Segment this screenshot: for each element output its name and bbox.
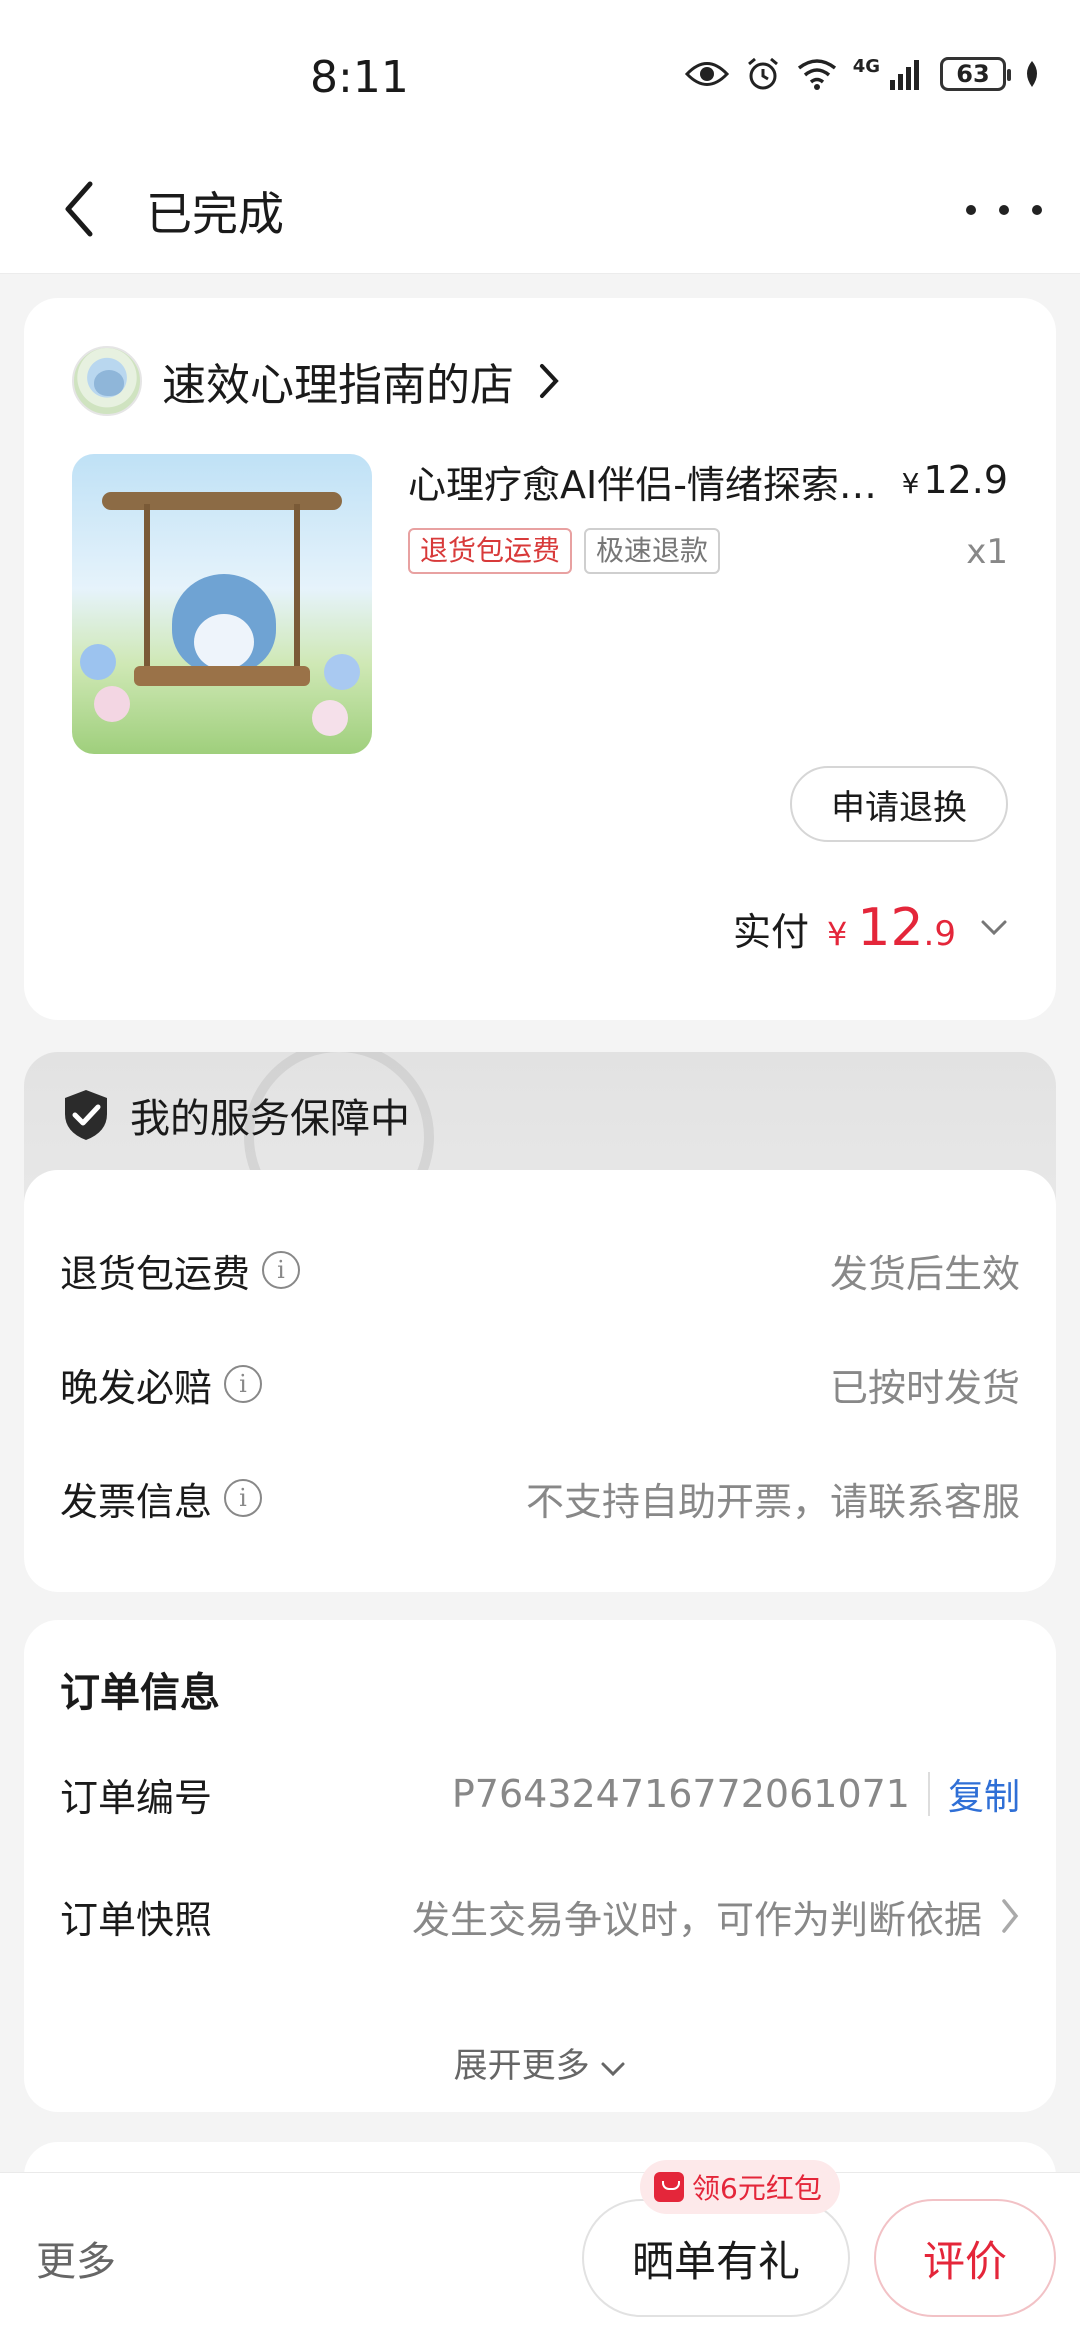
expand-more-button[interactable]: 展开更多 xyxy=(24,2038,1056,2087)
order-number-row: 订单编号 P764324716772061071 复制 xyxy=(60,1764,1020,1824)
service-title: 我的服务保障中 xyxy=(130,1096,410,1142)
info-icon[interactable]: i xyxy=(262,1251,301,1289)
service-row-invoice: 发票信息 i 不支持自助开票，请联系客服 xyxy=(60,1468,1020,1528)
refund-exchange-button[interactable]: 申请退换 xyxy=(790,766,1008,842)
leaf-icon xyxy=(1027,61,1037,87)
flower xyxy=(80,644,116,680)
chevron-right-icon xyxy=(540,364,559,398)
battery-icon: 63 xyxy=(940,57,1011,91)
paid-label: 实付 xyxy=(733,910,810,954)
service-label: 晚发必赔 xyxy=(60,1365,213,1410)
service-row-return-shipping: 退货包运费 i 发货后生效 xyxy=(60,1240,1020,1300)
red-packet-icon xyxy=(654,2172,684,2202)
more-dot xyxy=(999,205,1009,215)
tag-free-return-shipping: 退货包运费 xyxy=(408,528,573,574)
order-snapshot-right: 发生交易争议时，可作为判断依据 xyxy=(412,1889,1020,1944)
more-dot xyxy=(1032,205,1042,215)
service-value: 已按时发货 xyxy=(829,1365,1020,1410)
flower xyxy=(324,654,360,690)
wifi-icon xyxy=(797,59,836,90)
red-packet-badge[interactable]: 领6元红包 xyxy=(640,2160,840,2214)
order-number-right: P764324716772061071 复制 xyxy=(452,1768,1020,1820)
red-packet-text: 领6元红包 xyxy=(692,2172,822,2205)
swing-rope-right xyxy=(294,504,300,674)
paid-amount[interactable]: 实付 ¥ 12.9 xyxy=(733,898,1008,958)
order-snapshot-value: 发生交易争议时，可作为判断依据 xyxy=(411,1897,982,1942)
chevron-down-icon xyxy=(601,2062,625,2077)
service-value: 不支持自助开票，请联系客服 xyxy=(525,1479,1020,1524)
bird-belly xyxy=(194,614,254,670)
service-list: 退货包运费 i 发货后生效 晚发必赔 i 已按时发货 发票信息 i 不支持自助开… xyxy=(24,1170,1056,1592)
service-row-left: 晚发必赔 i xyxy=(60,1357,263,1412)
service-header: 我的服务保障中 xyxy=(62,1086,410,1144)
service-label: 退货包运费 xyxy=(60,1251,251,1296)
service-value: 发货后生效 xyxy=(829,1251,1020,1296)
status-icons: 4G 63 xyxy=(684,56,1042,92)
divider xyxy=(927,1772,930,1816)
flower xyxy=(312,700,348,736)
back-arrow-icon xyxy=(65,181,93,237)
status-bar: 8:11 4G 63 xyxy=(0,0,1080,150)
swing-bar xyxy=(102,492,342,510)
swing-seat xyxy=(134,666,310,686)
order-snapshot-label: 订单快照 xyxy=(60,1897,213,1942)
product-quantity: x1 xyxy=(966,532,1008,572)
order-number-label: 订单编号 xyxy=(60,1775,213,1820)
review-button[interactable]: 评价 xyxy=(874,2199,1056,2317)
bottom-action-bar: 更多 晒单有礼 评价 xyxy=(0,2172,1080,2340)
product-tags: 退货包运费 极速退款 xyxy=(408,528,721,574)
order-info-card: 订单信息 订单编号 P764324716772061071 复制 订单快照 发生… xyxy=(24,1620,1056,2112)
more-options-button[interactable] xyxy=(966,180,1042,240)
order-detail-page: 8:11 4G 63 已完成 速效心理指南的店 心理疗愈AI伴侣-情绪探索与 ¥… xyxy=(0,0,1080,2340)
eye-icon xyxy=(684,62,729,86)
order-number-value: P764324716772061071 xyxy=(451,1772,910,1816)
battery-level: 63 xyxy=(956,60,990,88)
title-bar: 已完成 xyxy=(0,150,1080,274)
service-row-left: 发票信息 i xyxy=(60,1471,263,1526)
store-card: 速效心理指南的店 心理疗愈AI伴侣-情绪探索与心理咨询 ¥12.9 退货包运费 … xyxy=(24,298,1056,1020)
shop-avatar xyxy=(72,346,142,416)
service-row-late-compensation: 晚发必赔 i 已按时发货 xyxy=(60,1354,1020,1414)
paid-currency: ¥ xyxy=(827,915,848,953)
product-title[interactable]: 心理疗愈AI伴侣-情绪探索与心理咨询 xyxy=(408,454,888,509)
more-dots-icon xyxy=(966,205,976,215)
paid-decimal: .9 xyxy=(923,914,956,954)
info-icon[interactable]: i xyxy=(224,1479,263,1517)
flower xyxy=(94,686,130,722)
copy-button[interactable]: 复制 xyxy=(948,1768,1020,1820)
info-icon[interactable]: i xyxy=(224,1365,263,1403)
service-label: 发票信息 xyxy=(60,1479,213,1524)
service-guarantee-card: 我的服务保障中 退货包运费 i 发货后生效 晚发必赔 i 已按时发货 发票信息 xyxy=(24,1052,1056,1592)
chevron-down-icon xyxy=(981,920,1007,936)
price-value: 12.9 xyxy=(923,458,1008,502)
share-review-button[interactable]: 晒单有礼 xyxy=(582,2199,850,2317)
product-price: ¥12.9 xyxy=(902,458,1008,502)
shop-name: 速效心理指南的店 xyxy=(162,360,514,411)
shop-link[interactable]: 速效心理指南的店 xyxy=(72,346,560,416)
status-time: 8:11 xyxy=(310,52,409,103)
paid-integer: 12 xyxy=(857,898,924,958)
chevron-right-icon xyxy=(1002,1899,1019,1933)
product-image[interactable] xyxy=(72,454,372,754)
signal-icon xyxy=(890,60,919,90)
alarm-icon xyxy=(747,57,778,90)
price-currency: ¥ xyxy=(901,467,920,500)
more-actions-link[interactable]: 更多 xyxy=(36,2229,116,2287)
back-button[interactable] xyxy=(44,174,114,244)
page-title: 已完成 xyxy=(146,187,284,241)
order-snapshot-row[interactable]: 订单快照 发生交易争议时，可作为判断依据 xyxy=(60,1886,1020,1946)
shield-check-icon xyxy=(65,1090,107,1140)
tag-fast-refund: 极速退款 xyxy=(584,528,721,574)
swing-rope-left xyxy=(144,504,150,674)
expand-more-label: 展开更多 xyxy=(453,2046,590,2086)
order-info-title: 订单信息 xyxy=(60,1670,220,1716)
network-type: 4G xyxy=(852,56,880,77)
service-row-left: 退货包运费 i xyxy=(60,1243,301,1298)
